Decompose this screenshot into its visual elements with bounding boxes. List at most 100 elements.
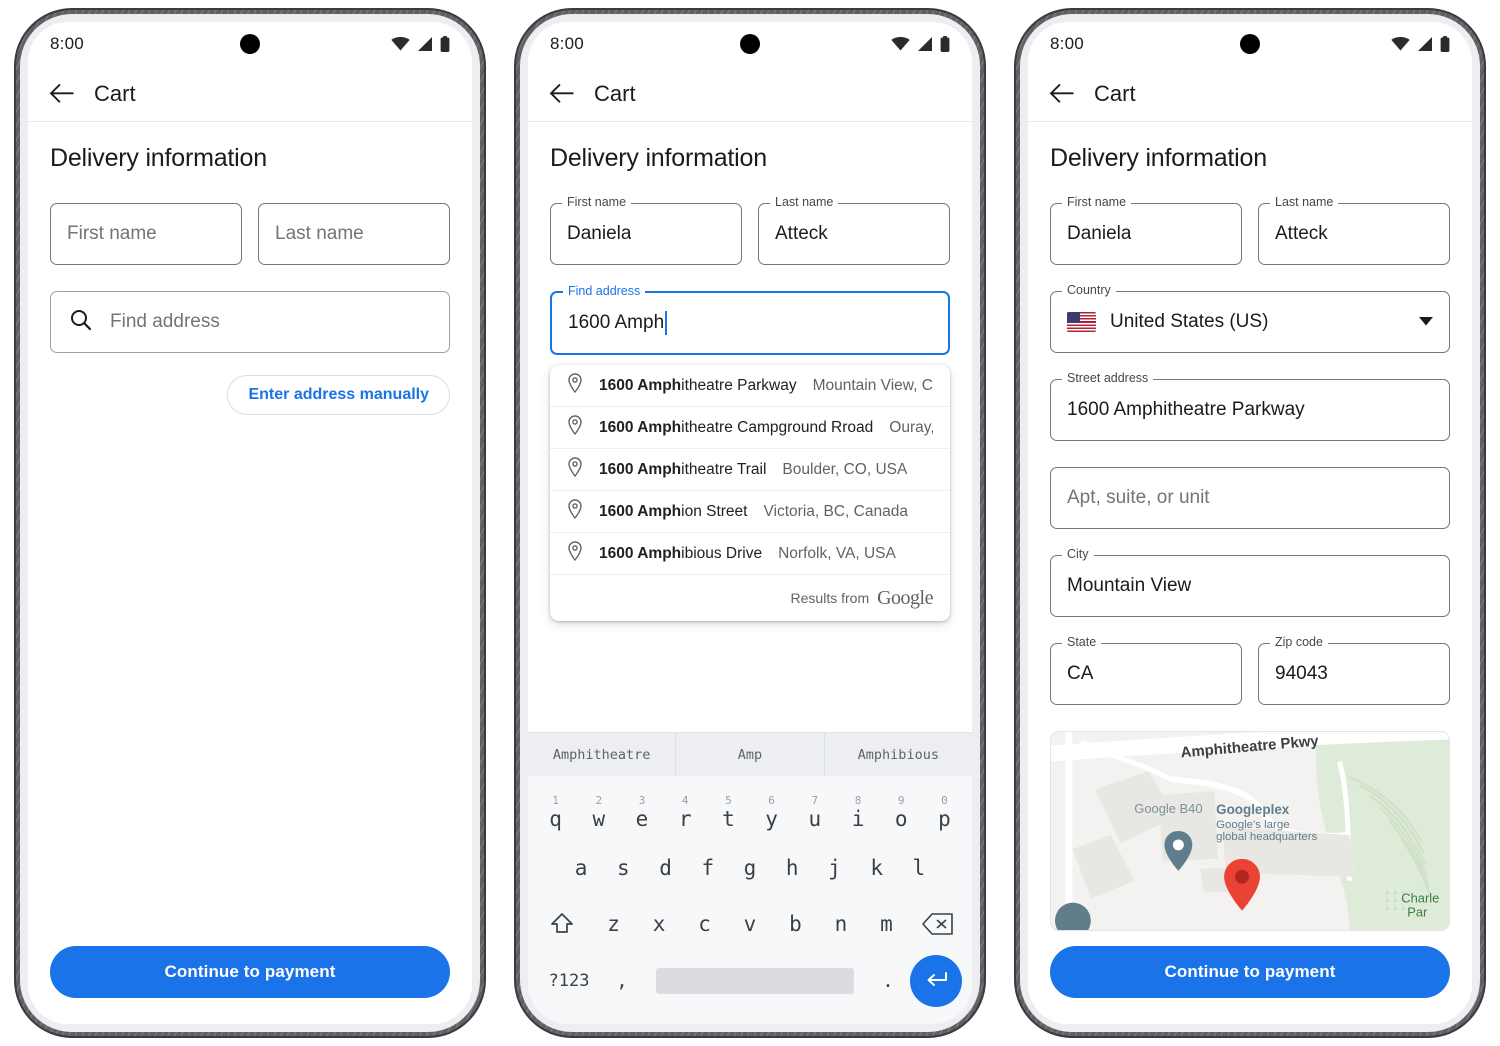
- key-c[interactable]: c: [682, 896, 727, 952]
- app-bar: Cart: [528, 66, 972, 122]
- key-l[interactable]: l: [898, 840, 940, 896]
- suggestion-main: 1600 Amphitheatre Trail: [599, 460, 767, 478]
- key-n[interactable]: n: [818, 896, 863, 952]
- key-k[interactable]: k: [856, 840, 898, 896]
- first-name-field[interactable]: First name Daniela: [550, 196, 742, 265]
- key-m[interactable]: m: [864, 896, 909, 952]
- back-arrow-icon[interactable]: [48, 81, 74, 107]
- map-pin-icon: [567, 541, 583, 566]
- list-item[interactable]: 1600 Amphion Street Victoria, BC, Canada: [550, 491, 950, 533]
- map-graphic: Amphitheatre Pkwy Google B40 Googleplex …: [1051, 732, 1449, 930]
- shift-key-icon[interactable]: [534, 896, 591, 952]
- key-j[interactable]: j: [813, 840, 855, 896]
- space-key[interactable]: [656, 968, 854, 994]
- status-time: 8:00: [1050, 34, 1084, 53]
- key-d[interactable]: d: [644, 840, 686, 896]
- key-t[interactable]: 5t: [707, 784, 750, 840]
- state-field[interactable]: State CA: [1050, 636, 1242, 705]
- keyboard-suggestion-2[interactable]: Amphibious: [823, 733, 972, 776]
- google-logo: Google: [877, 586, 933, 609]
- last-name-value: Atteck: [1275, 223, 1328, 244]
- app-bar: Cart: [1028, 66, 1472, 122]
- backspace-key-icon[interactable]: [909, 896, 966, 952]
- key-r[interactable]: 4r: [664, 784, 707, 840]
- key-e[interactable]: 3e: [620, 784, 663, 840]
- map-park-label-2: Par: [1407, 905, 1428, 920]
- enter-key-icon[interactable]: [910, 955, 962, 1007]
- keyboard-rows: 1q 2w 3e 4r 5t 6y 7u 8i 9o 0p a s d f g …: [528, 776, 972, 1010]
- key-b[interactable]: b: [773, 896, 818, 952]
- map-poi-title: Googleplex: [1216, 802, 1290, 817]
- zip-code-label: Zip code: [1270, 636, 1328, 649]
- key-h[interactable]: h: [771, 840, 813, 896]
- back-arrow-icon[interactable]: [1048, 81, 1074, 107]
- key-p[interactable]: 0p: [923, 784, 966, 840]
- page-title: Delivery information: [50, 144, 267, 172]
- status-icons: [391, 36, 450, 52]
- key-f[interactable]: f: [687, 840, 729, 896]
- map-poi-sub-1: Google's large: [1216, 819, 1289, 831]
- keyboard-suggestion-1[interactable]: Amp: [675, 733, 823, 776]
- search-icon: [69, 308, 93, 337]
- zip-code-field[interactable]: Zip code 94043: [1258, 636, 1450, 705]
- key-q[interactable]: 1q: [534, 784, 577, 840]
- list-item[interactable]: 1600 Amphitheatre Trail Boulder, CO, USA: [550, 449, 950, 491]
- find-address-field[interactable]: Find address 1600 Amph: [550, 285, 950, 355]
- key-y[interactable]: 6y: [750, 784, 793, 840]
- last-name-field[interactable]: Last name Atteck: [1258, 196, 1450, 265]
- comma-key[interactable]: ,: [600, 970, 644, 992]
- key-a[interactable]: a: [560, 840, 602, 896]
- country-select[interactable]: Country United States (US): [1050, 284, 1450, 353]
- last-name-field[interactable]: Last name Atteck: [758, 196, 950, 265]
- key-w[interactable]: 2w: [577, 784, 620, 840]
- first-name-field[interactable]: First name Daniela: [1050, 196, 1242, 265]
- status-bar: 8:00: [28, 22, 472, 66]
- first-name-field[interactable]: First name: [50, 203, 242, 265]
- find-address-label: Find address: [563, 285, 646, 298]
- phone-2: 8:00 Cart Delivery information First nam…: [500, 0, 1000, 1046]
- app-bar-title: Cart: [594, 80, 636, 106]
- continue-to-payment-button[interactable]: Continue to payment: [50, 946, 450, 998]
- apt-suite-field[interactable]: Apt, suite, or unit: [1050, 467, 1450, 529]
- battery-icon: [1440, 36, 1450, 52]
- find-address-search-input[interactable]: Find address: [50, 291, 450, 353]
- key-i[interactable]: 8i: [836, 784, 879, 840]
- keyboard-suggestion-strip: Amphitheatre Amp Amphibious: [528, 732, 972, 776]
- key-z[interactable]: z: [591, 896, 636, 952]
- back-arrow-icon[interactable]: [548, 81, 574, 107]
- phone-3-content: Delivery information First name Daniela …: [1028, 122, 1472, 1024]
- name-row: First name Last name: [50, 203, 450, 265]
- suggestion-main: 1600 Amphitheatre Parkway: [599, 376, 797, 394]
- symbols-key[interactable]: ?123: [538, 971, 600, 991]
- list-item[interactable]: 1600 Amphitheatre Campground Rroad Ouray…: [550, 407, 950, 449]
- first-name-placeholder: First name: [67, 223, 157, 244]
- phone-mockups-stage: 8:00 Cart Delivery information First nam…: [0, 0, 1500, 1046]
- key-o[interactable]: 9o: [880, 784, 923, 840]
- first-name-label: First name: [562, 196, 632, 209]
- camera-punch-hole-icon: [1240, 34, 1260, 54]
- map-pin-icon: [567, 415, 583, 440]
- street-address-field[interactable]: Street address 1600 Amphitheatre Parkway: [1050, 372, 1450, 441]
- enter-address-manually-button[interactable]: Enter address manually: [227, 375, 450, 415]
- period-key[interactable]: .: [866, 970, 910, 992]
- last-name-value: Atteck: [775, 223, 828, 244]
- attribution-text: Results from: [790, 590, 870, 606]
- key-u[interactable]: 7u: [793, 784, 836, 840]
- wifi-icon: [1391, 37, 1410, 51]
- key-x[interactable]: x: [636, 896, 681, 952]
- last-name-field[interactable]: Last name: [258, 203, 450, 265]
- address-map-preview[interactable]: Amphitheatre Pkwy Google B40 Googleplex …: [1050, 731, 1450, 931]
- dropdown-arrow-icon[interactable]: [1419, 313, 1433, 331]
- city-field[interactable]: City Mountain View: [1050, 548, 1450, 617]
- state-label: State: [1062, 636, 1102, 649]
- first-name-value: Daniela: [1067, 223, 1132, 244]
- continue-to-payment-button[interactable]: Continue to payment: [1050, 946, 1450, 998]
- list-item[interactable]: 1600 Amphibious Drive Norfolk, VA, USA: [550, 533, 950, 575]
- keyboard-suggestion-0[interactable]: Amphitheatre: [528, 733, 675, 776]
- state-value: CA: [1067, 663, 1094, 684]
- list-item[interactable]: 1600 Amphitheatre Parkway Mountain View,…: [550, 365, 950, 407]
- suggestion-main: 1600 Amphitheatre Campground Rroad: [599, 418, 874, 436]
- key-s[interactable]: s: [602, 840, 644, 896]
- key-v[interactable]: v: [727, 896, 772, 952]
- key-g[interactable]: g: [729, 840, 771, 896]
